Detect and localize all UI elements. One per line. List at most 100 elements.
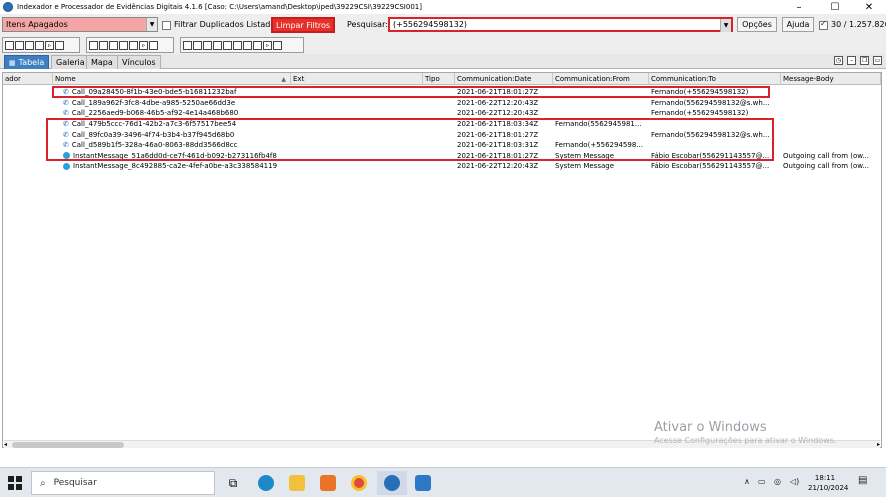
column-header[interactable]: Communication:Date xyxy=(455,73,553,85)
cell-date: 2021-06-22T12:20:43Z xyxy=(457,98,539,107)
page-icon[interactable] xyxy=(193,40,202,50)
volume-icon[interactable]: ◁) xyxy=(790,477,799,486)
chevron-up-icon[interactable]: ∧ xyxy=(744,477,750,486)
panel-controls: ◷ – ❐ ▭ xyxy=(834,56,882,65)
page-icon[interactable] xyxy=(223,40,232,50)
page-icon[interactable] xyxy=(129,40,138,50)
clear-filters-button[interactable]: Limpar Filtros xyxy=(271,17,335,33)
scroll-left-icon[interactable]: ◂ xyxy=(4,441,7,448)
scrollbar-thumb[interactable] xyxy=(12,442,124,448)
tab-tabela-label: Tabela xyxy=(18,58,45,67)
copy-icon[interactable] xyxy=(5,40,14,50)
tab-galeria[interactable]: Galeria xyxy=(51,55,90,69)
notification-icon[interactable]: ▤ xyxy=(858,475,867,486)
window-icon[interactable] xyxy=(149,40,158,50)
help-button[interactable]: Ajuda xyxy=(782,17,814,32)
table-row[interactable]: ✆ Call_d589b1f5-328a-46a0-8063-88dd3566d8… xyxy=(3,140,881,151)
page-icon[interactable] xyxy=(243,40,252,50)
options-button[interactable]: Opções xyxy=(737,17,777,32)
edge-browser-icon[interactable] xyxy=(251,471,281,495)
battery-icon[interactable]: ▭ xyxy=(758,477,766,486)
column-header[interactable]: ador xyxy=(3,73,53,85)
tab-vinculos[interactable]: Vínculos xyxy=(117,55,161,69)
arrow-right-icon[interactable]: ▹ xyxy=(139,40,148,50)
arrow-right-icon[interactable]: ▹ xyxy=(45,40,54,50)
table-row[interactable]: ✆ Call_479b5ccc-76d1-42b2-a7c3-6f57517bee… xyxy=(3,119,881,130)
column-header[interactable]: Communication:From xyxy=(553,73,649,85)
tab-tabela[interactable]: ▦ Tabela xyxy=(4,55,50,69)
arrow-right-icon[interactable]: ▹ xyxy=(263,40,272,50)
windows-start-icon[interactable] xyxy=(8,476,22,490)
page-icon[interactable] xyxy=(25,40,34,50)
message-icon xyxy=(63,152,70,160)
cell-body xyxy=(781,98,881,109)
tab-mapa[interactable]: Mapa xyxy=(86,55,118,69)
task-view-icon[interactable]: ⧉ xyxy=(218,471,248,495)
page-icon[interactable] xyxy=(253,40,262,50)
page-icon[interactable] xyxy=(213,40,222,50)
copy-icon[interactable] xyxy=(89,40,98,50)
table-row[interactable]: ✆ Call_89fc0a39-3496-4f74-b3b4-b37f945d68… xyxy=(3,129,881,140)
column-header[interactable]: Ext xyxy=(291,73,423,85)
file-explorer-icon[interactable] xyxy=(282,471,312,495)
cell-from: System Message xyxy=(555,162,615,171)
maximize-panel-icon[interactable]: ▭ xyxy=(873,56,882,65)
table-row[interactable]: InstantMessage_8c492885-ca2e-4fef-a0be-a… xyxy=(3,161,881,172)
column-header[interactable]: Message-Body xyxy=(781,73,881,85)
cell-name: ✆ Call_89fc0a39-3496-4f74-b3b4-b37f945d68… xyxy=(53,129,291,140)
cell-from xyxy=(553,98,649,109)
phone-icon: ✆ xyxy=(63,109,69,118)
count-checkbox[interactable] xyxy=(819,19,828,30)
clock-date: 21/10/2024 xyxy=(808,484,849,492)
cell-name-text: Call_2256aed9-b068-46b5-af92-4e14a468b68… xyxy=(71,109,239,118)
taskbar-search-placeholder: Pesquisar xyxy=(53,478,97,488)
page-icon[interactable] xyxy=(203,40,212,50)
chrome-icon[interactable] xyxy=(344,471,374,495)
iped-app-icon[interactable] xyxy=(377,471,407,495)
table-row[interactable]: ✆ Call_189a962f-3fc8-4dbe-a985-5250ae66dd… xyxy=(3,98,881,109)
item-count: 30 / 1.257.826 xyxy=(831,20,886,29)
cell-name-text: InstantMessage_51a6dd0d-ce7f-461d-b092-b… xyxy=(73,151,277,160)
window-icon[interactable] xyxy=(55,40,64,50)
cell-name-text: InstantMessage_8c492885-ca2e-4fef-a0be-a… xyxy=(73,162,278,171)
search-icon: ⌕ xyxy=(40,477,46,489)
minimize-panel-icon[interactable]: – xyxy=(847,56,856,65)
toolbar-group-1: ▹ xyxy=(2,37,80,53)
page-icon[interactable] xyxy=(119,40,128,50)
network-icon[interactable]: ◎ xyxy=(774,477,781,486)
calculator-icon[interactable] xyxy=(408,471,438,495)
column-header-name[interactable]: Nome ▲ xyxy=(53,73,291,85)
table-row[interactable]: ✆ Call_2256aed9-b068-46b5-af92-4e14a468b6… xyxy=(3,108,881,119)
table-row[interactable]: InstantMessage_51a6dd0d-ce7f-461d-b092-b… xyxy=(3,151,881,162)
restore-panel-icon[interactable]: ❐ xyxy=(860,56,869,65)
store-icon[interactable] xyxy=(313,471,343,495)
search-input[interactable]: (+556294598132) ▼ xyxy=(388,17,733,32)
scroll-right-icon[interactable]: ▸ xyxy=(877,441,880,448)
filter-duplicates-checkbox[interactable] xyxy=(162,21,171,30)
taskbar-search-input[interactable]: ⌕ Pesquisar xyxy=(31,471,215,495)
column-header-label: Nome xyxy=(55,75,76,83)
maximize-button[interactable]: ☐ xyxy=(818,0,852,14)
toolbar-group-2: ▹ xyxy=(86,37,174,53)
chevron-down-icon[interactable]: ▼ xyxy=(720,19,731,32)
message-icon xyxy=(63,162,70,170)
page-icon[interactable] xyxy=(109,40,118,50)
page-icon[interactable] xyxy=(35,40,44,50)
taskbar: ⌕ Pesquisar ⧉ ∧ ▭ ◎ ◁) 18:11 21/10/2024 … xyxy=(0,467,886,497)
filter-select[interactable]: Itens Apagados ▼ xyxy=(2,17,158,32)
column-header[interactable]: Communication:To xyxy=(649,73,781,85)
page-icon[interactable] xyxy=(233,40,242,50)
copy-icon[interactable] xyxy=(183,40,192,50)
table-row[interactable]: ✆ Call_09a28450-8f1b-43e0-bde5-b16811232b… xyxy=(3,87,881,98)
chevron-down-icon[interactable]: ▼ xyxy=(146,18,157,31)
phone-icon: ✆ xyxy=(63,98,69,107)
clock-icon[interactable]: ◷ xyxy=(834,56,843,65)
close-button[interactable]: ✕ xyxy=(852,0,886,14)
column-header[interactable]: Tipo xyxy=(423,73,455,85)
title-bar: Indexador e Processador de Evidências Di… xyxy=(0,0,886,14)
system-clock[interactable]: 18:11 21/10/2024 xyxy=(808,473,849,493)
page-icon[interactable] xyxy=(15,40,24,50)
page-icon[interactable] xyxy=(99,40,108,50)
window-icon[interactable] xyxy=(273,40,282,50)
minimize-button[interactable]: – xyxy=(782,0,816,14)
